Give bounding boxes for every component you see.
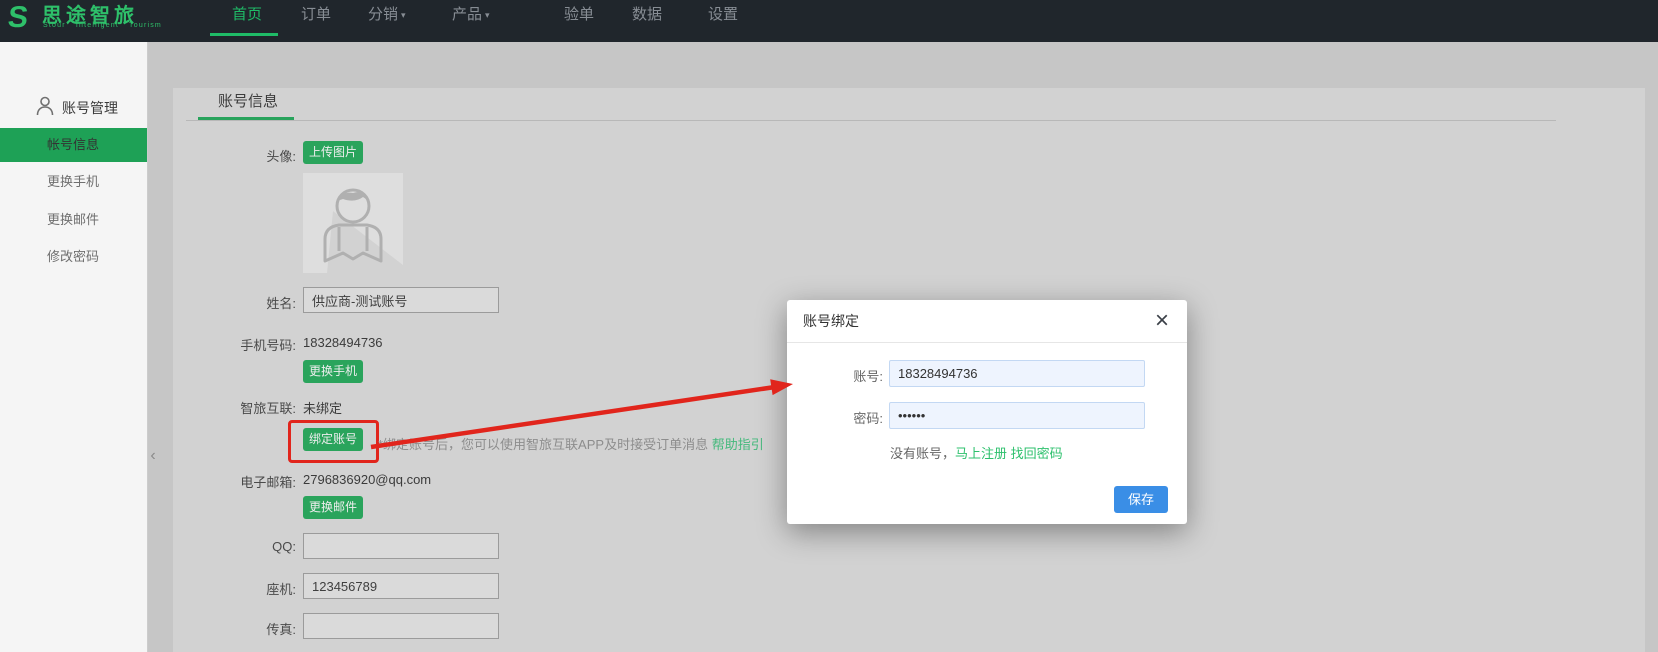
- modal-account-label: 账号:: [803, 366, 883, 385]
- email-label: 电子邮箱:: [181, 472, 296, 491]
- qq-input[interactable]: [303, 533, 499, 559]
- nav-item-orders[interactable]: 订单: [301, 0, 331, 30]
- sidebar-collapse-handle[interactable]: ‹: [146, 440, 160, 472]
- landline-label: 座机:: [181, 579, 296, 598]
- avatar: [303, 173, 403, 273]
- change-email-button[interactable]: 更换邮件: [303, 496, 363, 519]
- modal-header-divider: [787, 342, 1187, 343]
- zhilv-label: 智旅互联:: [181, 398, 296, 417]
- fax-input[interactable]: [303, 613, 499, 639]
- user-icon: [36, 96, 54, 116]
- sidebar-item-change-email[interactable]: 更换邮件: [47, 210, 99, 230]
- brand-tagline: Stour Intelligent Tourism: [43, 22, 162, 29]
- modal-account-input[interactable]: [889, 360, 1145, 387]
- account-bind-modal: 账号绑定 × 账号: 密码: 没有账号，马上注册 找回密码 保存: [787, 300, 1187, 524]
- brand-logo-icon: S: [6, 1, 30, 35]
- tab-active-underline: [198, 117, 294, 120]
- no-account-text: 没有账号，: [890, 446, 955, 461]
- active-tab-underline: [210, 33, 278, 36]
- sidebar-item-account-info-label[interactable]: 帐号信息: [47, 128, 99, 162]
- upload-image-button[interactable]: 上传图片: [303, 141, 363, 164]
- name-label: 姓名:: [181, 293, 296, 312]
- zhilv-status: 未绑定: [303, 398, 342, 417]
- phone-label: 手机号码:: [181, 335, 296, 354]
- fax-label: 传真:: [181, 619, 296, 638]
- email-value: 2796836920@qq.com: [303, 472, 431, 487]
- chevron-down-icon: ▾: [401, 0, 406, 30]
- bind-account-button[interactable]: 绑定账号: [303, 428, 363, 451]
- top-navbar: S 思途智旅 Stour Intelligent Tourism 首页 订单 分…: [0, 0, 1658, 42]
- qq-label: QQ:: [181, 539, 296, 554]
- tab-divider: [186, 120, 1556, 121]
- phone-value: 18328494736: [303, 335, 383, 350]
- name-input[interactable]: [303, 287, 499, 313]
- modal-password-input[interactable]: [889, 402, 1145, 429]
- page: S 思途智旅 Stour Intelligent Tourism 首页 订单 分…: [0, 0, 1658, 652]
- bind-note: *绑定账号后，您可以使用智旅互联APP及时接受订单消息 帮助指引: [378, 434, 764, 453]
- nav-item-data[interactable]: 数据: [632, 0, 662, 30]
- recover-password-link[interactable]: 找回密码: [1011, 446, 1063, 461]
- nav-item-verify[interactable]: 验单: [564, 0, 594, 30]
- landline-input[interactable]: [303, 573, 499, 599]
- close-icon[interactable]: ×: [1149, 306, 1175, 336]
- nav-item-distribution[interactable]: 分销: [368, 0, 398, 30]
- register-link[interactable]: 马上注册: [955, 446, 1007, 461]
- save-button[interactable]: 保存: [1114, 486, 1168, 513]
- modal-title: 账号绑定: [803, 300, 859, 342]
- tab-account-info[interactable]: 账号信息: [218, 90, 278, 111]
- nav-item-settings[interactable]: 设置: [708, 0, 738, 30]
- sidebar: 账号管理 帐号信息 更换手机 更换邮件 修改密码: [0, 42, 148, 652]
- nav-item-home[interactable]: 首页: [232, 0, 262, 30]
- help-guide-link[interactable]: 帮助指引: [712, 437, 764, 452]
- modal-links-row: 没有账号，马上注册 找回密码: [890, 443, 1063, 462]
- bind-note-text: *绑定账号后，您可以使用智旅互联APP及时接受订单消息: [378, 437, 708, 452]
- modal-password-label: 密码:: [803, 408, 883, 427]
- chevron-down-icon: ▾: [485, 0, 490, 30]
- avatar-placeholder-icon: [303, 173, 403, 273]
- avatar-label: 头像:: [181, 146, 296, 165]
- change-phone-button[interactable]: 更换手机: [303, 360, 363, 383]
- sidebar-item-change-password[interactable]: 修改密码: [47, 247, 99, 267]
- sidebar-header-account-management: 账号管理: [62, 98, 118, 118]
- nav-item-products[interactable]: 产品: [452, 0, 482, 30]
- sidebar-item-change-phone[interactable]: 更换手机: [47, 172, 99, 192]
